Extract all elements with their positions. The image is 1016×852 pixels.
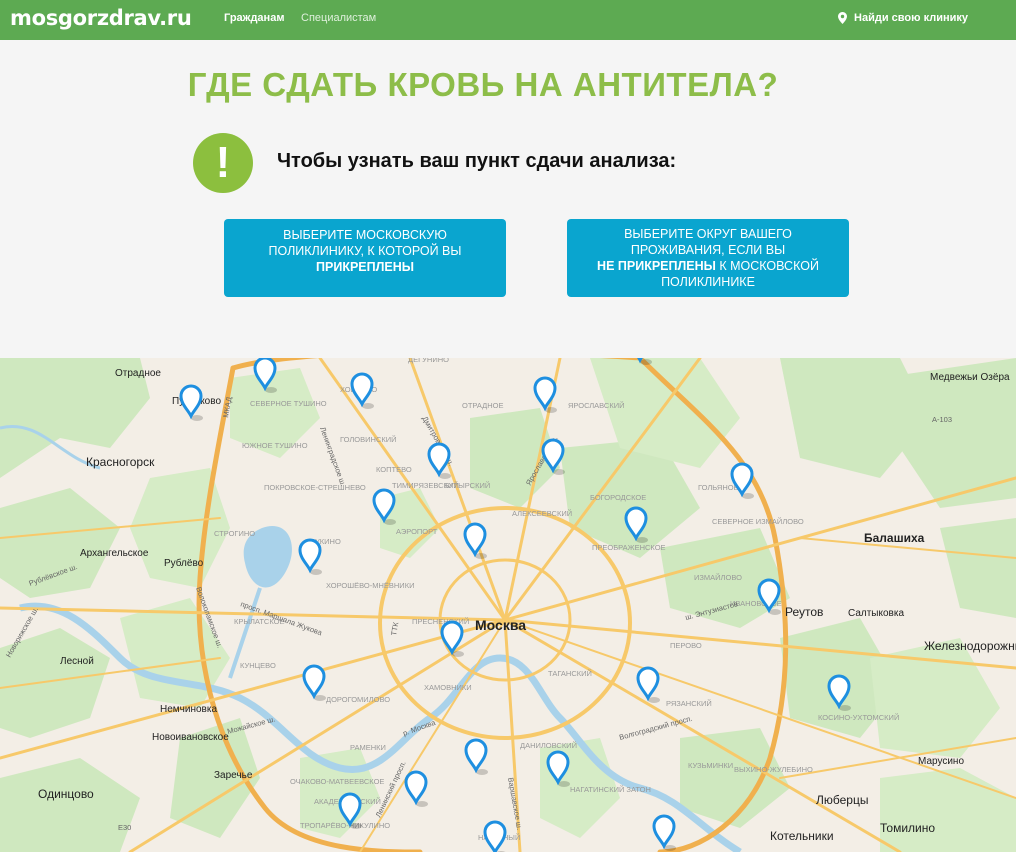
clinic-map-pin-icon[interactable] <box>464 738 488 775</box>
city-label: Люберцы <box>816 793 868 807</box>
district-label: ДАНИЛОВСКИЙ <box>520 741 577 750</box>
district-label: АЛЕКСЕЕВСКИЙ <box>512 509 572 518</box>
district-label: ПОКРОВСКОЕ-СТРЕШНЕВО <box>264 483 366 492</box>
city-label: Марусино <box>918 756 964 767</box>
button-line: К МОСКОВСКОЙ <box>719 259 819 273</box>
button-bold-text: ПРИКРЕПЛЕНЫ <box>316 260 414 274</box>
district-label: НАГАТИНСКИЙ ЗАТОН <box>570 785 651 794</box>
clinic-map-pin-icon[interactable] <box>302 664 326 701</box>
district-label: КОПТЕВО <box>376 465 412 474</box>
select-district-button[interactable]: ВЫБЕРИТЕ ОКРУГ ВАШЕГО ПРОЖИВАНИЯ, ЕСЛИ В… <box>567 219 849 297</box>
location-pin-icon <box>838 12 848 24</box>
district-label: ОТРАДНОЕ <box>462 401 504 410</box>
district-label: ПРЕОБРАЖЕНСКОЕ <box>592 543 666 552</box>
district-label: БУТЫРСКИЙ <box>444 481 490 490</box>
top-navbar: mosgorzdrav.ru Гражданам Специалистам На… <box>0 0 1016 40</box>
road-label: А-103 <box>932 415 952 424</box>
button-line: ПОЛИКЛИНИКЕ <box>661 275 755 289</box>
button-line: ВЫБЕРИТЕ ОКРУГ ВАШЕГО <box>624 227 792 241</box>
map-canvas[interactable]: Москва Красногорск Балашиха Одинцово Люберцы… <box>0 358 1016 852</box>
district-label: БОГОРОДСКОЕ <box>590 493 646 502</box>
clinic-map-pin-icon[interactable] <box>298 538 322 575</box>
city-label: Котельники <box>770 829 834 843</box>
city-label: Рублёво <box>164 557 204 569</box>
district-label: ТАГАНСКИЙ <box>548 669 592 678</box>
road-label: Ленинский просп. <box>374 759 408 818</box>
clinic-map-pin-icon[interactable] <box>533 376 557 413</box>
district-label: ДОРОГОМИЛОВО <box>326 695 390 704</box>
clinic-map-pin-icon[interactable] <box>463 522 487 559</box>
city-label: Заречье <box>214 770 253 781</box>
district-label: ДЕГУНИНО <box>408 358 449 364</box>
button-bold-text: НЕ ПРИКРЕПЛЕНЫ <box>597 259 716 273</box>
city-label: Балашиха <box>864 531 925 545</box>
district-label: ОЧАКОВО-МАТВЕЕВСКОЕ <box>290 777 384 786</box>
city-label: Железнодорожный <box>924 639 1016 653</box>
page-title: ГДЕ СДАТЬ КРОВЬ НА АНТИТЕЛА? <box>187 66 779 103</box>
district-label: ЯРОСЛАВСКИЙ <box>568 401 625 410</box>
select-attached-clinic-button[interactable]: ВЫБЕРИТЕ МОСКОВСКУЮ ПОЛИКЛИНИКУ, К КОТОР… <box>224 219 506 297</box>
city-label: Москва <box>475 617 526 633</box>
district-label: СЕВЕРНОЕ ТУШИНО <box>250 399 327 408</box>
district-label: ВЫХИНО-ЖУЛЕБИНО <box>734 765 813 774</box>
clinic-map-pin-icon[interactable] <box>440 620 464 657</box>
city-label: Новоивановское <box>152 732 229 743</box>
district-label: ГОЛОВИНСКИЙ <box>340 435 397 444</box>
clinic-map-pin-icon[interactable] <box>404 770 428 807</box>
district-label: РЯЗАНСКИЙ <box>666 699 712 708</box>
clinic-map-pin-icon[interactable] <box>427 442 451 479</box>
district-label: ТРОПАРЁВО-НИКУЛИНО <box>300 821 390 830</box>
district-label: АЭРОПОРТ <box>396 527 438 536</box>
district-label: СТРОГИНО <box>214 529 255 538</box>
exclamation-icon: ! <box>193 133 253 193</box>
clinic-map-pin-icon[interactable] <box>636 666 660 703</box>
clinic-map-pin-icon[interactable] <box>483 820 507 852</box>
city-label: Томилино <box>880 821 935 835</box>
road-label: Можайское ш. <box>226 714 276 735</box>
road-label: р. Москва <box>402 718 438 738</box>
clinic-map-pin-icon[interactable] <box>179 384 203 421</box>
city-label: Реутов <box>785 605 823 619</box>
district-label: ХАМОВНИКИ <box>424 683 472 692</box>
district-label: КУНЦЕВО <box>240 661 276 670</box>
city-label: Немчиновка <box>160 704 217 715</box>
page-subtitle: Чтобы узнать ваш пункт сдачи анализа: <box>277 150 677 172</box>
find-clinic-label: Найди свою клинику <box>854 12 968 24</box>
button-line: ПОЛИКЛИНИКУ, К КОТОРОЙ ВЫ <box>268 244 462 258</box>
button-line: ВЫБЕРИТЕ МОСКОВСКУЮ <box>283 228 447 242</box>
district-label: СЕВЕРНОЕ ИЗМАЙЛОВО <box>712 517 804 526</box>
clinic-map-pin-icon[interactable] <box>372 488 396 525</box>
clinic-map[interactable]: Москва Красногорск Балашиха Одинцово Люберцы… <box>0 358 1016 852</box>
site-logo[interactable]: mosgorzdrav.ru <box>10 6 192 30</box>
district-label: ЮЖНОЕ ТУШИНО <box>242 441 308 450</box>
nav-link-citizens[interactable]: Гражданам <box>224 12 284 24</box>
road-label: Варшавское ш. <box>506 777 524 831</box>
nav-link-specialists[interactable]: Специалистам <box>301 12 376 24</box>
city-label: Лесной <box>60 656 94 667</box>
find-clinic-link[interactable]: Найди свою клинику <box>838 12 968 24</box>
button-line: ПРОЖИВАНИЯ, ЕСЛИ ВЫ <box>630 243 786 257</box>
city-label: Отрадное <box>115 368 161 379</box>
city-label: Одинцово <box>38 787 94 801</box>
clinic-map-pin-icon[interactable] <box>652 814 676 851</box>
city-label: Салтыковка <box>848 608 904 619</box>
city-label: Медвежьи Озёра <box>930 372 1010 383</box>
district-label: ПЕРОВО <box>670 641 702 650</box>
road-label: Е30 <box>118 823 131 832</box>
district-label: КУЗЬМИНКИ <box>688 761 733 770</box>
district-label: ИЗМАЙЛОВО <box>694 573 742 582</box>
clinic-map-pin-icon[interactable] <box>730 462 754 499</box>
district-label: ХОРОШЁВО-МНЁВНИКИ <box>326 581 414 590</box>
clinic-map-pin-icon[interactable] <box>350 372 374 409</box>
city-label: Архангельское <box>80 548 149 559</box>
district-label: КОСИНО-УХТОМСКИЙ <box>818 713 899 722</box>
district-label: РАМЕНКИ <box>350 743 386 752</box>
city-label: Красногорск <box>86 455 155 469</box>
road-label: Волгоградский просп. <box>618 714 693 742</box>
road-label: ТТК <box>389 621 400 637</box>
